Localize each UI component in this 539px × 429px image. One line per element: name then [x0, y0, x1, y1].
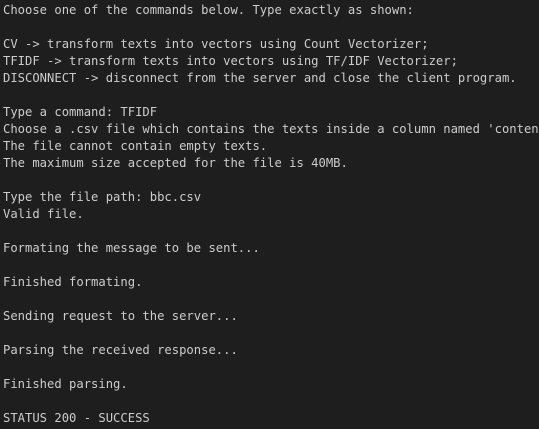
- final-status-message: STATUS 200 - SUCCESS: [3, 411, 150, 425]
- file-constraint-empty: The file cannot contain empty texts.: [3, 139, 268, 153]
- file-constraint-size: The maximum size accepted for the file i…: [3, 156, 348, 170]
- prompt-instruction: Choose one of the commands below. Type e…: [3, 3, 414, 17]
- file-instruction: Choose a .csv file which contains the te…: [3, 122, 539, 136]
- sending-request-status: Sending request to the server...: [3, 309, 238, 323]
- command-option-tfidf: TFIDF -> transform texts into vectors us…: [3, 54, 458, 68]
- terminal-output[interactable]: Choose one of the commands below. Type e…: [0, 0, 539, 429]
- valid-file-message: Valid file.: [3, 207, 84, 221]
- finished-formatting-status: Finished formating.: [3, 275, 143, 289]
- command-input-line: Type a command: TFIDF: [3, 105, 158, 119]
- finished-parsing-status: Finished parsing.: [3, 377, 128, 391]
- parsing-response-status: Parsing the received response...: [3, 343, 238, 357]
- formatting-status: Formating the message to be sent...: [3, 241, 260, 255]
- command-option-disconnect: DISCONNECT -> disconnect from the server…: [3, 71, 517, 85]
- command-option-cv: CV -> transform texts into vectors using…: [3, 37, 429, 51]
- file-path-input-line: Type the file path: bbc.csv: [3, 190, 202, 204]
